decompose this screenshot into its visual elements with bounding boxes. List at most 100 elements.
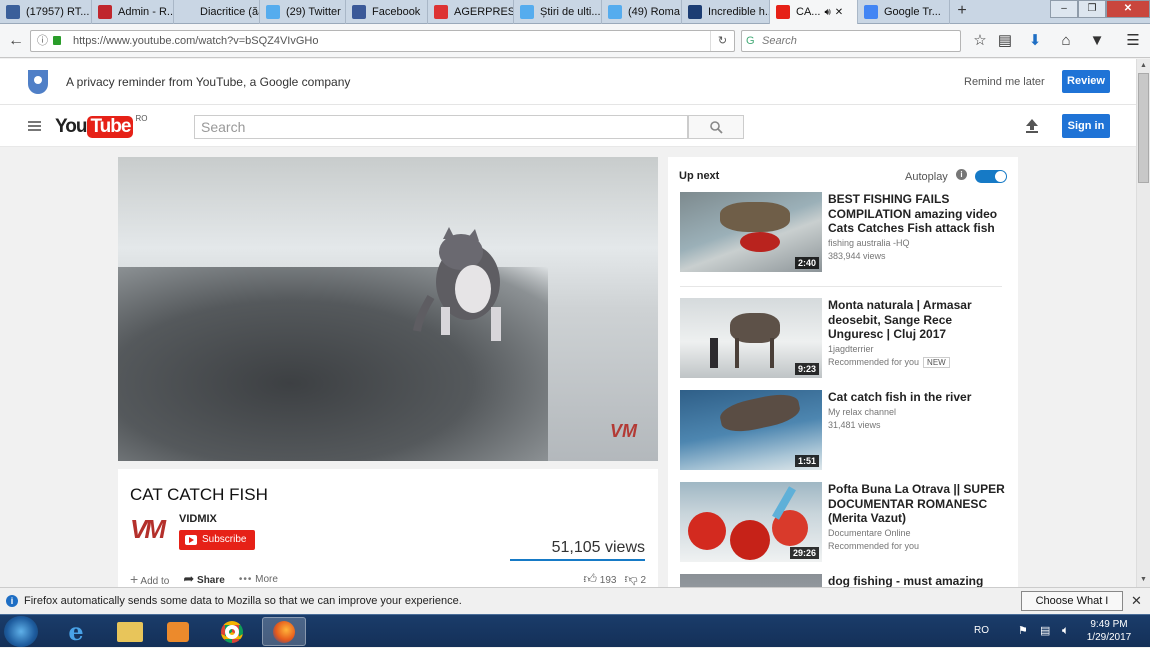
autoplay-info-icon[interactable]: i xyxy=(956,169,967,180)
shield-icon xyxy=(28,70,48,94)
divider xyxy=(680,286,1002,287)
info-icon[interactable]: ⓘ xyxy=(37,31,48,51)
close-tab-icon[interactable]: ✕ xyxy=(835,7,843,18)
browser-tab[interactable]: Incredible h... xyxy=(682,0,770,24)
new-tab-button[interactable]: + xyxy=(950,0,974,23)
twitter-icon xyxy=(266,5,280,19)
file-explorer-icon[interactable] xyxy=(108,617,152,646)
browser-tab-bar: (17957) RT... Admin - R... Diacritice (ăâî… xyxy=(0,0,1150,24)
close-notification-icon[interactable]: ✕ xyxy=(1131,593,1142,609)
browser-tab[interactable]: (17957) RT... xyxy=(0,0,92,24)
pocket-icon[interactable]: ▼ xyxy=(1085,29,1109,53)
autoplay-label: Autoplay xyxy=(905,171,948,183)
tab-label: (49) Roma... xyxy=(628,6,681,18)
choose-what-i-share-button[interactable]: Choose What I Share xyxy=(1021,591,1123,625)
browser-tab[interactable]: (29) Twitter xyxy=(260,0,346,24)
browser-tab[interactable]: AGERPRES... xyxy=(428,0,514,24)
video-meta: Recommended for you NEW xyxy=(828,356,950,369)
browser-tab[interactable]: Facebook xyxy=(346,0,428,24)
scroll-down-icon[interactable]: ▼ xyxy=(1137,573,1150,586)
search-engine-icon[interactable]: G xyxy=(746,31,755,51)
speaker-icon[interactable]: 🔊︎ xyxy=(824,7,830,18)
more-button[interactable]: ••• More xyxy=(239,574,278,585)
scroll-up-icon[interactable]: ▲ xyxy=(1137,59,1150,72)
internet-explorer-icon[interactable]: e xyxy=(54,617,98,646)
media-player-icon[interactable] xyxy=(156,617,200,646)
restore-button[interactable]: ❐ xyxy=(1078,0,1106,18)
autoplay-toggle[interactable] xyxy=(975,170,1007,183)
rt-icon xyxy=(6,5,20,19)
channel-avatar[interactable]: VM xyxy=(130,514,172,552)
notification-text: Firefox automatically sends some data to… xyxy=(24,595,462,607)
region-label: RO xyxy=(135,114,148,123)
list-item[interactable]: 9:23 Monta naturala | Armasar deosebit, … xyxy=(680,298,1005,378)
clock-time: 9:49 PM xyxy=(1090,619,1128,630)
reading-list-icon[interactable]: ▤ xyxy=(993,29,1017,53)
youtube-search-input[interactable]: Search xyxy=(194,115,688,139)
list-item[interactable]: 2:40 BEST FISHING FAILS COMPILATION amaz… xyxy=(680,192,1005,272)
google-icon xyxy=(864,5,878,19)
menu-icon[interactable]: ☰ xyxy=(1121,29,1145,53)
start-button[interactable] xyxy=(4,616,38,647)
browser-tab[interactable]: Știri de ulti... xyxy=(514,0,602,24)
youtube-icon xyxy=(776,5,790,19)
browser-tab[interactable]: Google Tr... xyxy=(858,0,950,24)
tab-label: Google Tr... xyxy=(884,6,941,18)
bookmark-star-icon[interactable]: ☆ xyxy=(968,29,992,53)
video-link-title[interactable]: Cat catch fish in the river xyxy=(828,390,1008,405)
firefox-icon[interactable] xyxy=(262,617,306,646)
chrome-icon[interactable] xyxy=(210,617,254,646)
browser-search-input[interactable]: G Search xyxy=(741,30,961,52)
list-item[interactable]: dog fishing - must amazing show xyxy=(680,574,1005,587)
video-link-title[interactable]: Monta naturala | Armasar deosebit, Sange… xyxy=(828,298,1008,342)
close-window-button[interactable]: ✕ xyxy=(1106,0,1150,18)
thumbs-up-icon: 👍︎ xyxy=(583,571,597,586)
network-icon[interactable]: ▤ xyxy=(1040,624,1050,637)
add-to-button[interactable]: + Add to xyxy=(130,571,169,587)
remind-later-button[interactable]: Remind me later xyxy=(964,76,1045,88)
video-thumbnail[interactable] xyxy=(680,574,822,587)
upload-icon[interactable] xyxy=(1024,118,1040,134)
agerpres-icon xyxy=(434,5,448,19)
downloads-icon[interactable]: ⬇ xyxy=(1023,29,1047,53)
subscribe-button[interactable]: Subscribe xyxy=(179,530,255,550)
url-bar[interactable]: ⓘ https://www.youtube.com/watch?v=bSQZ4V… xyxy=(30,30,735,52)
reload-icon[interactable]: ↻ xyxy=(710,31,734,51)
plus-icon: + xyxy=(130,571,139,587)
browser-tab[interactable]: (49) Roma... xyxy=(602,0,682,24)
volume-icon[interactable]: 🔈︎ xyxy=(1062,623,1069,638)
browser-tab[interactable]: Admin - R... xyxy=(92,0,174,24)
list-item[interactable]: 29:26 Pofta Buna La Otrava || SUPER DOCU… xyxy=(680,482,1005,562)
video-link-title[interactable]: BEST FISHING FAILS COMPILATION amazing v… xyxy=(828,192,1008,236)
minimize-button[interactable]: – xyxy=(1050,0,1078,18)
video-thumbnail[interactable]: 29:26 xyxy=(680,482,822,562)
search-button[interactable] xyxy=(688,115,744,139)
back-button[interactable]: ← xyxy=(4,29,28,53)
flag-icon[interactable]: ⚑ xyxy=(1018,624,1028,637)
dislike-button[interactable]: 👎︎ 2 xyxy=(624,571,646,587)
thumbs-down-icon: 👎︎ xyxy=(624,571,638,586)
video-player[interactable]: VM xyxy=(118,157,658,461)
home-icon[interactable]: ⌂ xyxy=(1054,29,1078,53)
like-button[interactable]: 👍︎ 193 xyxy=(583,571,616,587)
youtube-logo[interactable]: You Tube RO xyxy=(55,114,147,140)
video-thumbnail[interactable]: 1:51 xyxy=(680,390,822,470)
list-item[interactable]: 1:51 Cat catch fish in the river My rela… xyxy=(680,390,1005,470)
browser-tab[interactable]: Diacritice (ăâîșț... xyxy=(174,0,260,24)
channel-name[interactable]: VIDMIX xyxy=(179,513,217,525)
video-thumbnail[interactable]: 9:23 xyxy=(680,298,822,378)
browser-tab[interactable]: CA... 🔊︎ ✕ xyxy=(770,0,858,24)
video-link-title[interactable]: dog fishing - must amazing show xyxy=(828,574,1008,587)
page-scrollbar[interactable]: ▲ ▼ xyxy=(1136,59,1150,587)
sign-in-button[interactable]: Sign in xyxy=(1062,114,1110,138)
hamburger-menu-icon[interactable] xyxy=(28,121,41,131)
twitter-icon xyxy=(608,5,622,19)
video-thumbnail[interactable]: 2:40 xyxy=(680,192,822,272)
scrollbar-thumb[interactable] xyxy=(1138,73,1149,183)
language-indicator[interactable]: RO xyxy=(974,625,989,636)
taskbar-clock[interactable]: 9:49 PM 1/29/2017 xyxy=(1085,618,1133,644)
tab-label: Incredible h... xyxy=(708,6,770,18)
share-button[interactable]: ➦ Share xyxy=(183,571,224,587)
video-link-title[interactable]: Pofta Buna La Otrava || SUPER DOCUMENTAR… xyxy=(828,482,1008,526)
review-button[interactable]: Review xyxy=(1062,70,1110,93)
